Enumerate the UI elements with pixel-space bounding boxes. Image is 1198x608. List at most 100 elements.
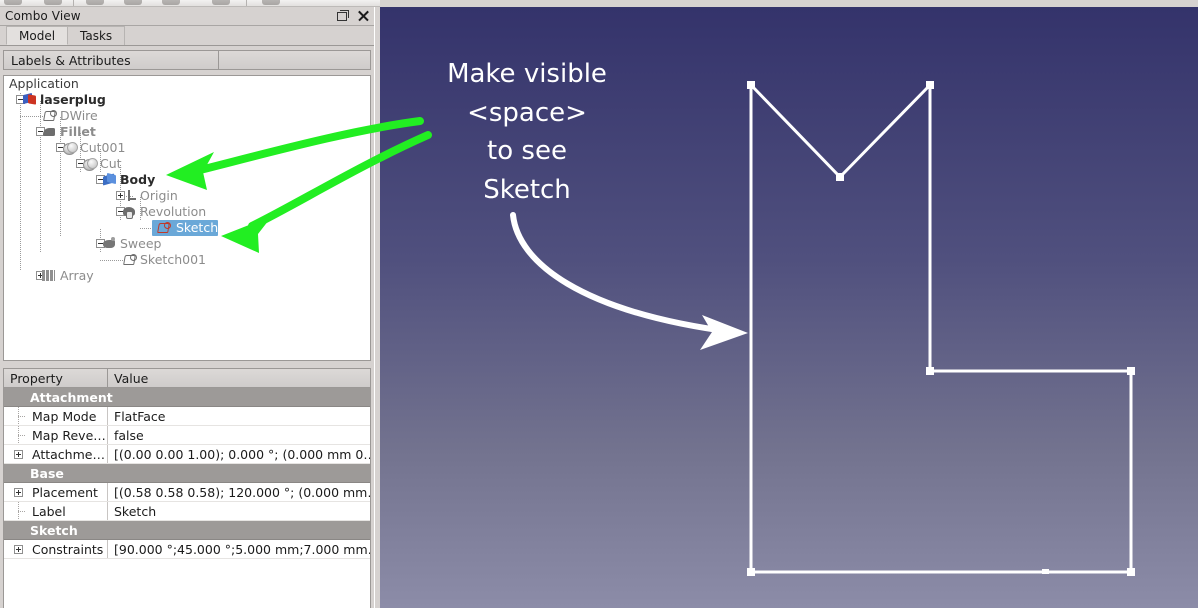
tree-item-revolution[interactable]: Revolution (4, 204, 370, 220)
sketch-outline-path (749, 81, 1133, 574)
property-value[interactable]: FlatFace (108, 407, 370, 425)
property-row-label[interactable]: Label Sketch (4, 502, 370, 521)
tree-item-label: Body (120, 172, 156, 187)
toolbar-icon-4[interactable] (124, 0, 142, 5)
property-row-constraints[interactable]: Constraints [90.000 °;45.000 °;5.000 mm;… (4, 540, 370, 559)
property-row-map-reversed[interactable]: Map Reve… false (4, 426, 370, 445)
tree-item-label: DWire (60, 108, 98, 123)
restore-icon[interactable] (336, 9, 349, 22)
toolbar-icon-5[interactable] (162, 0, 180, 5)
property-row-placement[interactable]: Placement [(0.58 0.58 0.58); 120.000 °; … (4, 483, 370, 502)
property-name-text: Map Mode (32, 409, 97, 424)
property-value[interactable]: [90.000 °;45.000 °;5.000 mm;7.000 mm… (108, 540, 370, 558)
tree-item-label: Origin (140, 188, 178, 203)
tree-item-label: Sketch (176, 220, 219, 235)
tree-root-label: Application (9, 76, 79, 91)
property-name-text: Attachme… (32, 447, 105, 462)
property-row-attachment-offset[interactable]: Attachme… [(0.00 0.00 1.00); 0.000 °; (0… (4, 445, 370, 464)
property-group-attachment[interactable]: Attachment (4, 388, 370, 407)
expander-placement[interactable] (14, 488, 23, 497)
combo-view-panel: Combo View Model Tasks Labels & Attribut… (0, 7, 374, 608)
property-name: Constraints (4, 540, 108, 558)
tree-item-label: Sweep (120, 236, 162, 251)
tab-model[interactable]: Model (6, 26, 69, 45)
tree-item-array[interactable]: Array (4, 268, 370, 284)
tree-guide-h-sketch001 (100, 260, 124, 261)
tree-guide-h-sketch (140, 228, 152, 229)
property-value[interactable]: [(0.58 0.58 0.58); 120.000 °; (0.000 mm… (108, 483, 370, 501)
tree-item-origin[interactable]: Origin (4, 188, 370, 204)
annotation-line-4: Sketch (483, 174, 571, 205)
tree-header-labels[interactable]: Labels & Attributes (4, 51, 219, 69)
array-icon (42, 270, 55, 281)
annotation-line-1: Make visible (447, 59, 607, 89)
tree-item-label: Cut (100, 156, 122, 171)
tree-guide-icon (13, 502, 25, 520)
sketch-vertices (747, 81, 1135, 576)
3d-view[interactable]: Make visible <space> to see Sketch (380, 7, 1198, 608)
tree-column-headers: Labels & Attributes (3, 50, 371, 70)
property-column-headers: Property Value (4, 369, 370, 388)
tree-item-label: laserplug (40, 92, 106, 107)
tree-item-label: Sketch001 (140, 252, 206, 267)
model-tree[interactable]: Application laserplug DWire Fillet Cut00… (3, 75, 371, 361)
panel-title-buttons (336, 9, 370, 22)
tree-header-spare[interactable] (219, 51, 370, 69)
annotation-line-2: <space> (467, 97, 587, 128)
tree-item-cut[interactable]: Cut (4, 156, 370, 172)
sketch-icon-red (156, 221, 172, 235)
tab-tasks[interactable]: Tasks (67, 26, 126, 45)
expander-attachment-offset[interactable] (14, 450, 23, 459)
property-name-text: Constraints (32, 542, 104, 557)
document-icon (22, 93, 38, 107)
property-value[interactable]: false (108, 426, 370, 444)
property-name: Attachme… (4, 445, 108, 463)
property-group-label: Attachment (30, 390, 113, 405)
tree-item-label: Cut001 (80, 140, 126, 155)
boolean-icon (82, 157, 98, 171)
property-group-sketch[interactable]: Sketch (4, 521, 370, 540)
annotation-text: Make visible <space> to see Sketch (402, 55, 652, 209)
property-row-map-mode[interactable]: Map Mode FlatFace (4, 407, 370, 426)
property-group-label: Base (30, 466, 64, 481)
tree-root-application[interactable]: Application (4, 76, 370, 92)
tree-guide-h-dwire (20, 116, 44, 117)
toolbar-separator-1 (73, 0, 74, 6)
expander-constraints[interactable] (14, 545, 23, 554)
sketch-icon (122, 253, 138, 267)
panel-tabs: Model Tasks (0, 26, 374, 46)
fillet-icon (42, 125, 58, 139)
tree-item-sweep[interactable]: Sweep (4, 236, 370, 252)
toolbar-icon-6[interactable] (212, 0, 230, 5)
property-value[interactable]: [(0.00 0.00 1.00); 0.000 °; (0.000 mm 0… (108, 445, 370, 463)
tree-item-fillet[interactable]: Fillet (4, 124, 370, 140)
toolbar-icon-2[interactable] (44, 0, 62, 5)
property-header-value[interactable]: Value (108, 369, 370, 387)
tree-item-dwire[interactable]: DWire (4, 108, 370, 124)
tree-guide-icon (13, 426, 25, 444)
tree-guide-icon (13, 407, 25, 425)
property-name: Map Reve… (4, 426, 108, 444)
tree-item-cut001[interactable]: Cut001 (4, 140, 370, 156)
annotation-line-3: to see (487, 136, 567, 166)
boolean-icon (62, 141, 78, 155)
tree-item-laserplug[interactable]: laserplug (4, 92, 370, 108)
close-icon[interactable] (357, 9, 370, 22)
origin-icon (122, 189, 138, 203)
panel-title-bar: Combo View (0, 7, 374, 26)
panel-title-label: Combo View (5, 9, 81, 23)
property-header-property[interactable]: Property (4, 369, 108, 387)
property-name: Label (4, 502, 108, 520)
property-name-text: Label (32, 504, 66, 519)
toolbar-icon-7[interactable] (262, 0, 280, 5)
toolbar-icon-1[interactable] (4, 0, 22, 5)
tree-item-sketch001[interactable]: Sketch001 (4, 252, 370, 268)
property-group-base[interactable]: Base (4, 464, 370, 483)
toolbar-strip (0, 0, 380, 7)
tree-item-sketch[interactable]: Sketch (4, 220, 370, 236)
property-value[interactable]: Sketch (108, 502, 370, 520)
property-editor[interactable]: Property Value Attachment Map Mode FlatF… (3, 368, 371, 608)
sweep-icon (102, 237, 118, 251)
toolbar-icon-3[interactable] (86, 0, 104, 5)
tree-item-body[interactable]: Body (4, 172, 370, 188)
